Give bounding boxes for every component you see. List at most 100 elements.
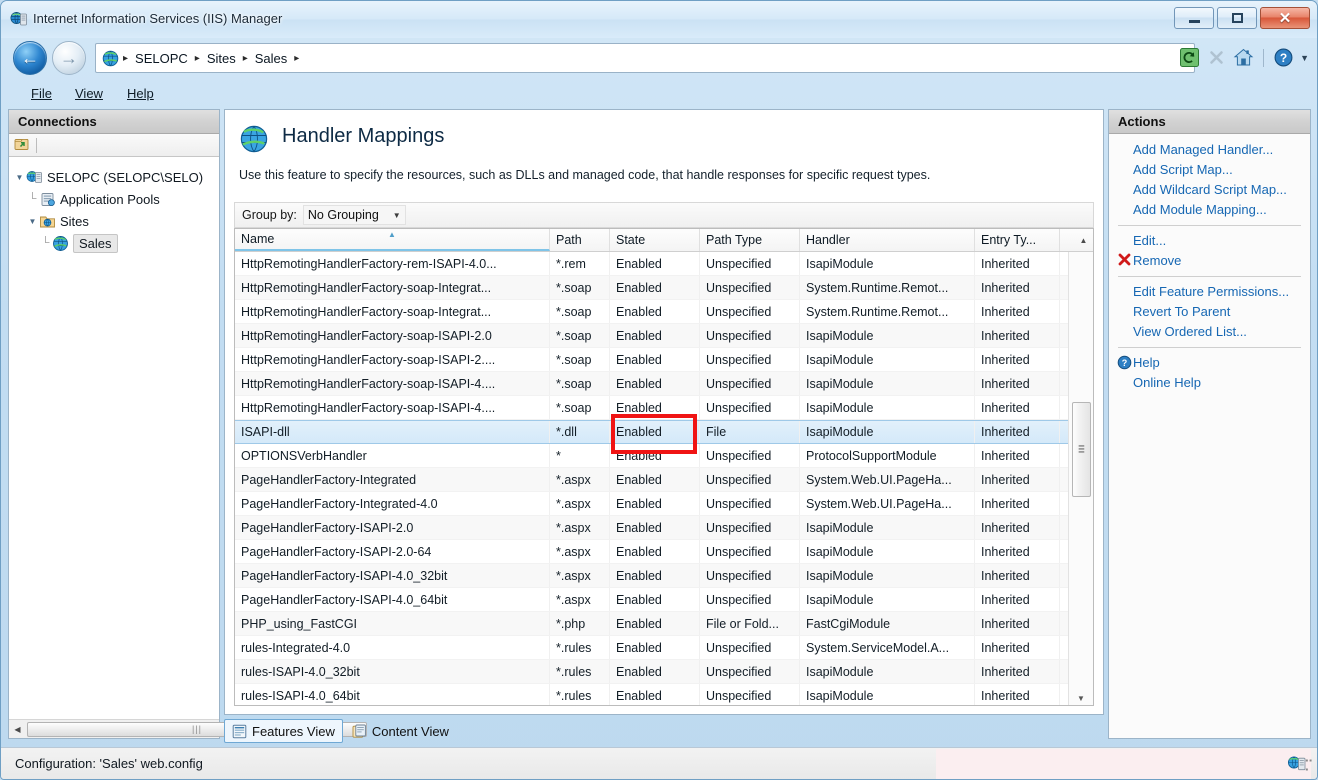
column-header-path[interactable]: Path <box>550 229 610 251</box>
chevron-down-icon[interactable]: ▼ <box>393 211 401 220</box>
action-online-help[interactable]: Online Help <box>1109 373 1310 393</box>
table-row[interactable]: HttpRemotingHandlerFactory-soap-ISAPI-4.… <box>235 396 1070 420</box>
actions-divider-2 <box>1118 276 1301 277</box>
resize-grip-icon[interactable]: ▪▪ ▪ <box>1305 756 1313 774</box>
grid-scroll-thumb[interactable]: ━ ━ ━ <box>1072 402 1091 497</box>
table-cell-state: Enabled <box>610 492 700 515</box>
expand-chevron-icon-sites[interactable]: ▼ <box>26 217 39 226</box>
breadcrumb-item-selopc[interactable]: SELOPC <box>130 49 193 68</box>
menu-file[interactable]: File <box>23 84 60 103</box>
sites-folder-icon <box>39 213 56 230</box>
column-header-entry-type[interactable]: Entry Ty... <box>975 229 1060 251</box>
breadcrumb-item-sales[interactable]: Sales <box>250 49 293 68</box>
column-header-handler[interactable]: Handler <box>800 229 975 251</box>
table-row[interactable]: HttpRemotingHandlerFactory-soap-ISAPI-2.… <box>235 324 1070 348</box>
table-cell-path-type: Unspecified <box>700 492 800 515</box>
table-row[interactable]: HttpRemotingHandlerFactory-soap-Integrat… <box>235 276 1070 300</box>
tree-node-sales[interactable]: └ Sales <box>13 232 219 254</box>
table-row[interactable]: rules-ISAPI-4.0_32bit *.rules Enabled Unspe… <box>235 660 1070 684</box>
column-header-name-label: Name <box>241 232 275 246</box>
menu-bar: File View Help <box>1 80 1317 105</box>
table-cell-path-type: Unspecified <box>700 588 800 611</box>
table-row[interactable]: PageHandlerFactory-Integrated *.aspx Enabl… <box>235 468 1070 492</box>
table-cell-path: *.rules <box>550 660 610 683</box>
action-edit-feature-permissions[interactable]: Edit Feature Permissions... <box>1109 282 1310 302</box>
column-header-state[interactable]: State <box>610 229 700 251</box>
grid-scroll-down-arrow-icon[interactable]: ▼ <box>1069 690 1093 705</box>
menu-view[interactable]: View <box>67 84 111 103</box>
table-row[interactable]: OPTIONSVerbHandler * Enabled Unspecified Pro… <box>235 444 1070 468</box>
table-row[interactable]: PageHandlerFactory-ISAPI-2.0 *.aspx Enable… <box>235 516 1070 540</box>
help-icon[interactable]: ? <box>1273 47 1294 68</box>
tree-node-sites[interactable]: ▼ Sites <box>13 210 219 232</box>
table-cell-entry-type: Inherited <box>975 468 1060 491</box>
table-row[interactable]: ISAPI-dll *.dll Enabled File IsapiModule Inhe… <box>235 420 1070 444</box>
table-row[interactable]: HttpRemotingHandlerFactory-soap-Integrat… <box>235 300 1070 324</box>
table-row[interactable]: PHP_using_FastCGI *.php Enabled File or Fol… <box>235 612 1070 636</box>
window-title: Internet Information Services (IIS) Mana… <box>33 11 283 26</box>
action-add-module-mapping[interactable]: Add Module Mapping... <box>1109 200 1310 220</box>
menu-help[interactable]: Help <box>119 84 162 103</box>
connections-horizontal-scrollbar[interactable]: ◀ ||| ▶ <box>9 719 367 738</box>
column-header-name[interactable]: ▲ Name <box>235 229 550 251</box>
scroll-track[interactable]: ||| <box>26 720 367 738</box>
actions-divider-1 <box>1118 225 1301 226</box>
tree-node-application-pools[interactable]: └ Application Pools <box>13 188 219 210</box>
grid-scroll-up-arrow-icon[interactable]: ▲ <box>1068 229 1093 251</box>
table-cell-name: HttpRemotingHandlerFactory-soap-Integrat… <box>235 300 550 323</box>
table-row[interactable]: rules-Integrated-4.0 *.rules Enabled Unspec… <box>235 636 1070 660</box>
table-cell-path-type: File <box>700 421 800 443</box>
view-tabs: Features View Content View <box>224 718 1104 744</box>
action-revert-to-parent[interactable]: Revert To Parent <box>1109 302 1310 322</box>
tab-features-view[interactable]: Features View <box>224 719 343 743</box>
table-cell-path: *.aspx <box>550 540 610 563</box>
action-help[interactable]: ? Help <box>1109 353 1310 373</box>
table-cell-path: *.dll <box>550 421 610 443</box>
table-cell-path: *.aspx <box>550 492 610 515</box>
breadcrumb[interactable]: ▸ SELOPC ▸ Sites ▸ Sales ▸ <box>95 43 1195 73</box>
table-cell-entry-type: Inherited <box>975 396 1060 419</box>
maximize-button[interactable] <box>1217 7 1257 29</box>
table-cell-handler: System.Runtime.Remot... <box>800 276 975 299</box>
action-remove[interactable]: Remove <box>1109 251 1310 271</box>
grid-vertical-scrollbar[interactable]: ━ ━ ━ ▼ <box>1068 252 1093 705</box>
expand-chevron-icon[interactable]: ▼ <box>13 173 26 182</box>
table-cell-state: Enabled <box>610 276 700 299</box>
action-view-ordered-list[interactable]: View Ordered List... <box>1109 322 1310 342</box>
column-header-path-type-label: Path Type <box>706 233 763 247</box>
action-remove-label: Remove <box>1133 253 1182 268</box>
forward-button[interactable]: → <box>52 41 86 75</box>
action-edit[interactable]: Edit... <box>1109 231 1310 251</box>
table-row[interactable]: PageHandlerFactory-ISAPI-4.0_32bit *.aspx… <box>235 564 1070 588</box>
action-add-managed-handler[interactable]: Add Managed Handler... <box>1109 140 1310 160</box>
action-add-managed-handler-label: Add Managed Handler... <box>1133 142 1274 157</box>
help-dropdown-caret[interactable]: ▼ <box>1300 53 1309 63</box>
back-button[interactable]: ← <box>13 41 47 75</box>
table-row[interactable]: HttpRemotingHandlerFactory-soap-ISAPI-4.… <box>235 372 1070 396</box>
refresh-icon[interactable] <box>1179 47 1200 68</box>
table-row[interactable]: PageHandlerFactory-ISAPI-2.0-64 *.aspx Ena… <box>235 540 1070 564</box>
table-row[interactable]: PageHandlerFactory-ISAPI-4.0_64bit *.aspx… <box>235 588 1070 612</box>
table-cell-handler: System.Web.UI.PageHa... <box>800 492 975 515</box>
close-button[interactable]: ✕ <box>1260 7 1310 29</box>
scroll-left-arrow-icon[interactable]: ◀ <box>9 721 26 738</box>
column-header-path-type[interactable]: Path Type <box>700 229 800 251</box>
table-cell-entry-type: Inherited <box>975 324 1060 347</box>
svg-text:?: ? <box>1280 51 1287 65</box>
table-cell-path-type: Unspecified <box>700 636 800 659</box>
table-cell-path-type: Unspecified <box>700 516 800 539</box>
tab-content-view[interactable]: Content View <box>345 719 456 743</box>
minimize-button[interactable] <box>1174 7 1214 29</box>
status-bar: Configuration: 'Sales' web.config ▪▪ ▪ <box>1 747 1317 779</box>
breadcrumb-item-sites[interactable]: Sites <box>202 49 241 68</box>
table-row[interactable]: HttpRemotingHandlerFactory-soap-ISAPI-2.… <box>235 348 1070 372</box>
home-icon[interactable] <box>1233 47 1254 68</box>
table-row[interactable]: HttpRemotingHandlerFactory-rem-ISAPI-4.0… <box>235 252 1070 276</box>
table-row[interactable]: PageHandlerFactory-Integrated-4.0 *.aspx E… <box>235 492 1070 516</box>
group-by-dropdown[interactable]: No Grouping ▼ <box>302 205 406 225</box>
tree-node-selopc[interactable]: ▼ SELOPC (SELOPC\SELO) <box>13 166 219 188</box>
table-row[interactable]: rules-ISAPI-4.0_64bit *.rules Enabled Unspe… <box>235 684 1070 705</box>
action-add-script-map[interactable]: Add Script Map... <box>1109 160 1310 180</box>
action-add-wildcard-script-map[interactable]: Add Wildcard Script Map... <box>1109 180 1310 200</box>
connect-to-site-icon[interactable] <box>14 136 30 155</box>
